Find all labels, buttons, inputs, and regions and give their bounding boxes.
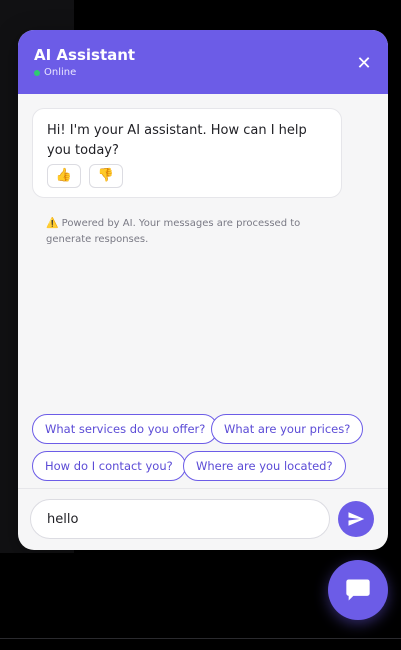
assistant-message-bubble: Hi! I'm your AI assistant. How can I hel… [32,108,342,198]
message-input[interactable] [47,509,317,529]
thumbs-up-icon[interactable]: 👍 [47,164,81,188]
assistant-message-text: Hi! I'm your AI assistant. How can I hel… [47,123,307,158]
chat-bubble-icon [346,579,370,601]
send-button[interactable] [338,501,374,537]
online-dot-icon [34,70,40,76]
warning-icon: ⚠️ [46,218,59,229]
chat-launcher-button[interactable] [328,560,388,620]
message-input-wrapper [30,499,330,539]
status-text: Online [44,67,77,78]
thumbs-down-icon[interactable]: 👎 [89,164,123,188]
send-icon [348,512,365,526]
suggestion-chip-contact[interactable]: How do I contact you? [32,451,186,481]
close-icon[interactable]: ✕ [352,52,376,76]
chat-title: AI Assistant [34,46,136,64]
composer-divider [18,488,388,489]
chat-widget: AI Assistant Online ✕ Hi! I'm your AI as… [18,30,388,550]
disclaimer-text: Powered by AI. Your messages are process… [46,218,301,245]
suggestion-chip-prices[interactable]: What are your prices? [211,414,364,444]
chat-header: AI Assistant Online ✕ [18,30,388,94]
ai-disclaimer: ⚠️ Powered by AI. Your messages are proc… [46,216,346,248]
suggestion-chip-location[interactable]: Where are you located? [183,451,346,481]
suggestion-chip-services[interactable]: What services do you offer? [32,414,219,444]
background-divider [0,638,401,639]
status-indicator: Online [34,67,76,79]
